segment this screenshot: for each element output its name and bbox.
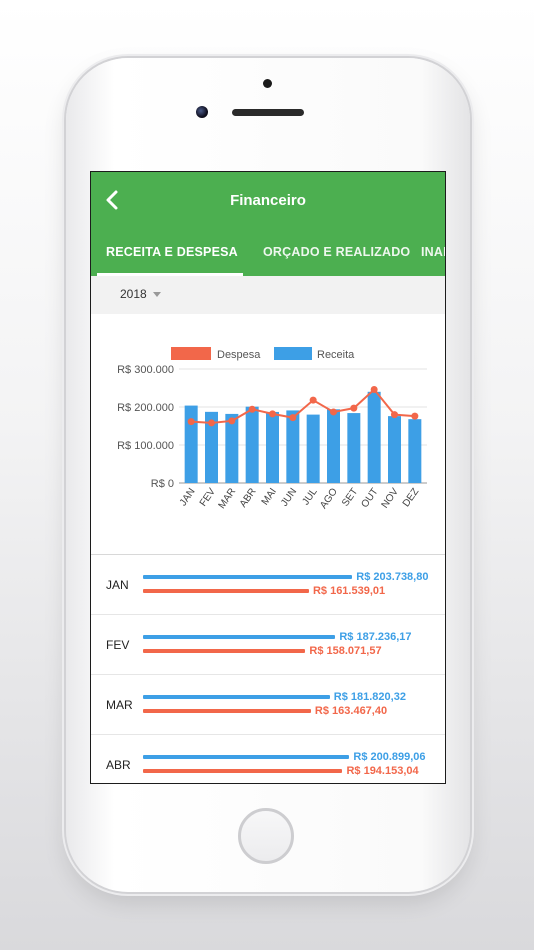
y-tick-label: R$ 300.000 (117, 364, 174, 376)
receita-value: R$ 181.820,32 (333, 691, 406, 703)
despesa-point (208, 419, 215, 427)
tab-bar: RECEITA E DESPESA ORÇADO E REALIZADO INA… (91, 228, 445, 276)
x-tick-label: NOV (380, 486, 402, 510)
x-tick-label: OUT (360, 486, 381, 510)
tab-orcado-realizado[interactable]: ORÇADO E REALIZADO (263, 228, 410, 276)
revenue-expense-chart: Despesa Receita R$ 0 R$ 100.000 R$ 200.000 R$… (117, 347, 427, 511)
tab-inadimplencia[interactable]: INAD (421, 228, 445, 276)
despesa-bar (143, 769, 343, 773)
despesa-point (289, 414, 297, 422)
x-tick-label: JAN (178, 486, 198, 508)
front-camera (196, 106, 208, 118)
despesa-bar (143, 589, 309, 593)
despesa-point (411, 412, 419, 420)
app-screen: Financeiro RECEITA E DESPESA ORÇADO E RE… (90, 171, 446, 784)
despesa-value: R$ 158.071,57 (309, 645, 382, 657)
list-item[interactable]: JAN R$ 203.738,80 R$ 161.539,01 (91, 555, 445, 615)
legend-label-receita: Receita (317, 349, 355, 361)
x-tick-label: ABR (238, 486, 259, 509)
filter-bar: 2018 (91, 276, 445, 314)
legend-swatch-receita (274, 347, 312, 360)
home-button[interactable] (238, 808, 294, 864)
despesa-point (269, 410, 276, 418)
month-label: FEV (106, 638, 130, 652)
x-tick-label: JUL (300, 486, 319, 507)
month-label: ABR (106, 758, 131, 772)
despesa-point (228, 417, 236, 425)
year-dropdown[interactable]: 2018 (120, 287, 161, 301)
receita-bar (367, 391, 381, 483)
tab-receita-despesa[interactable]: RECEITA E DESPESA (106, 228, 238, 276)
x-tick-label: MAR (217, 486, 239, 511)
despesa-point (350, 404, 358, 412)
y-tick-label: R$ 100.000 (117, 440, 174, 452)
x-tick-label: AGO (318, 486, 340, 511)
despesa-value: R$ 163.467,40 (314, 705, 388, 717)
despesa-point (248, 405, 256, 413)
despesa-point (391, 411, 398, 419)
receita-bar (143, 695, 330, 699)
despesa-value: R$ 194.153,04 (346, 765, 419, 777)
receita-bar (245, 406, 259, 483)
despesa-line (191, 388, 415, 424)
app-bar: Financeiro (91, 172, 445, 228)
receita-bar (143, 755, 350, 759)
receita-bar (408, 419, 422, 483)
receita-value: R$ 187.236,17 (339, 631, 412, 643)
x-tick-label: SET (340, 486, 360, 508)
receita-bar (184, 405, 198, 483)
receita-bar (286, 410, 300, 483)
despesa-point (370, 386, 378, 394)
legend-swatch-despesa (171, 347, 211, 360)
despesa-point (330, 408, 337, 416)
month-label: MAR (106, 698, 133, 712)
despesa-point (187, 418, 195, 426)
x-tick-label: FEV (198, 486, 218, 509)
legend-label-despesa: Despesa (217, 349, 261, 361)
back-arrow-icon[interactable] (101, 188, 123, 212)
receita-bar (143, 575, 353, 579)
x-tick-label: DEZ (401, 486, 421, 509)
receita-bar (327, 409, 340, 483)
despesa-bar (143, 709, 311, 713)
list-item[interactable]: ABR R$ 200.899,06 R$ 194.153,04 (91, 735, 445, 783)
chevron-down-icon (152, 292, 161, 298)
receita-value: R$ 203.738,80 (356, 571, 429, 583)
year-value: 2018 (120, 287, 147, 301)
despesa-bar (143, 649, 306, 653)
x-tick-label: MAI (260, 486, 279, 507)
x-tick-label: JUN (279, 486, 299, 508)
y-tick-label: R$ 200.000 (117, 402, 174, 414)
list-item[interactable]: MAR R$ 181.820,32 R$ 163.467,40 (91, 675, 445, 735)
receita-bar (388, 416, 401, 483)
month-label: JAN (106, 578, 129, 592)
page-title: Financeiro (230, 191, 306, 209)
receita-bar (347, 413, 361, 483)
despesa-point (309, 396, 317, 404)
receita-bar (143, 635, 336, 639)
y-tick-label: R$ 0 (151, 478, 174, 490)
proximity-sensor (263, 79, 272, 88)
receita-bar (306, 414, 320, 483)
receita-bar (266, 411, 279, 483)
list-item[interactable]: FEV R$ 187.236,17 R$ 158.071,57 (91, 615, 445, 675)
despesa-value: R$ 161.539,01 (312, 585, 386, 597)
receita-value: R$ 200.899,06 (353, 751, 426, 763)
earpiece-speaker (232, 109, 304, 116)
